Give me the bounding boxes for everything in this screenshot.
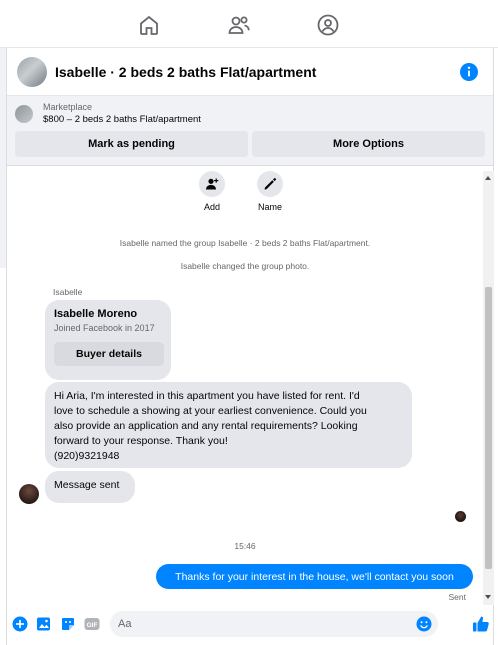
listing-thumbnail	[15, 104, 33, 123]
sender-name: Isabelle	[53, 287, 83, 297]
message-composer: GIF	[7, 609, 495, 639]
scroll-up-arrow-icon[interactable]	[485, 176, 491, 180]
buyer-details-button[interactable]: Buyer details	[54, 342, 164, 366]
add-label: Add	[203, 202, 220, 212]
add-people-action[interactable]: Add	[197, 171, 227, 212]
conversation-scrollbar[interactable]	[483, 171, 494, 605]
group-avatar[interactable]	[17, 56, 47, 87]
chat-title[interactable]: Isabelle · 2 beds 2 baths Flat/apartment	[55, 64, 459, 80]
svg-text:GIF: GIF	[87, 622, 98, 629]
seen-by-avatar	[455, 511, 466, 522]
home-icon[interactable]	[137, 13, 161, 37]
message-line: Hi Aria, I'm interested in this apartmen…	[54, 390, 360, 402]
timestamp: 15:46	[234, 541, 256, 551]
top-navigation	[0, 0, 498, 48]
conversation: Add Name Isabelle named the group Isabel…	[7, 171, 483, 605]
groups-icon[interactable]	[316, 13, 340, 37]
buyer-joined: Joined Facebook in 2017	[54, 323, 155, 333]
incoming-message[interactable]: Hi Aria, I'm interested in this apartmen…	[45, 382, 412, 468]
outgoing-message[interactable]: Thanks for your interest in the house, w…	[156, 564, 473, 589]
pencil-icon	[264, 178, 277, 190]
emoji-icon[interactable]	[416, 616, 432, 632]
buyer-profile-card: Isabelle Moreno Joined Facebook in 2017 …	[45, 300, 171, 380]
info-icon[interactable]	[459, 62, 479, 82]
thumbs-up-icon[interactable]	[472, 615, 490, 633]
more-options-button[interactable]: More Options	[252, 131, 485, 157]
message-input-box[interactable]	[110, 611, 438, 637]
scrollbar-thumb[interactable]	[485, 287, 492, 569]
sticker-icon[interactable]	[60, 616, 76, 632]
chat-window: Isabelle · 2 beds 2 baths Flat/apartment…	[6, 48, 494, 645]
auto-message[interactable]: Message sent	[45, 471, 135, 503]
marketplace-label: Marketplace	[43, 102, 93, 112]
buyer-name: Isabelle Moreno	[54, 308, 138, 320]
mark-as-pending-button[interactable]: Mark as pending	[15, 131, 248, 157]
message-line: love to schedule a showing at your earli…	[54, 405, 367, 417]
scroll-down-arrow-icon[interactable]	[485, 595, 491, 599]
system-message: Isabelle changed the group photo.	[180, 261, 310, 271]
name-group-action[interactable]: Name	[255, 171, 285, 212]
chat-header: Isabelle · 2 beds 2 baths Flat/apartment	[7, 48, 493, 96]
sender-avatar[interactable]	[19, 484, 39, 504]
photo-icon[interactable]	[36, 616, 52, 632]
system-message: Isabelle named the group Isabelle · 2 be…	[119, 238, 371, 248]
gif-icon[interactable]: GIF	[84, 616, 100, 632]
message-line: forward to your response. Thank you!	[54, 435, 228, 447]
marketplace-listing: Marketplace $800 – 2 beds 2 baths Flat/a…	[7, 96, 493, 166]
message-line: also provide an application and any rent…	[54, 420, 358, 432]
add-person-icon	[206, 178, 219, 190]
message-line: (920)9321948	[54, 450, 120, 462]
name-label: Name	[257, 202, 282, 212]
listing-price: $800 – 2 beds 2 baths Flat/apartment	[43, 114, 201, 125]
people-icon[interactable]	[227, 13, 251, 37]
listing-info[interactable]: Marketplace $800 – 2 beds 2 baths Flat/a…	[15, 102, 485, 125]
message-input[interactable]	[118, 618, 416, 630]
message-status: Sent	[448, 592, 467, 602]
plus-circle-icon[interactable]	[12, 616, 28, 632]
